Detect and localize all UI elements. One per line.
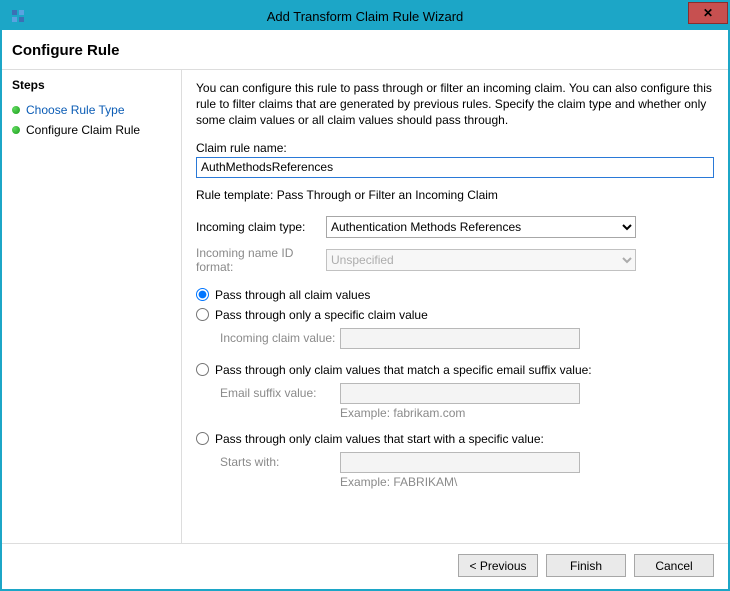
incoming-claim-type-label: Incoming claim type:	[196, 220, 326, 234]
incoming-claim-type-select[interactable]: Authentication Methods References	[326, 216, 636, 238]
incoming-claim-value-row: Incoming claim value:	[220, 328, 714, 349]
steps-sidebar: Steps Choose Rule Type Configure Claim R…	[2, 70, 182, 543]
titlebar: Add Transform Claim Rule Wizard ✕	[2, 2, 728, 30]
incoming-claim-value-input	[340, 328, 580, 349]
claim-rule-name-label: Claim rule name:	[196, 141, 714, 155]
finish-button[interactable]: Finish	[546, 554, 626, 577]
main-panel: You can configure this rule to pass thro…	[182, 70, 728, 543]
radio-pass-all-label: Pass through all claim values	[215, 288, 370, 302]
wizard-window: Add Transform Claim Rule Wizard ✕ Config…	[0, 0, 730, 591]
radio-starts-with-label: Pass through only claim values that star…	[215, 432, 544, 446]
starts-with-example: Example: FABRIKAM\	[340, 475, 714, 489]
pass-through-radio-group: Pass through all claim values Pass throu…	[196, 288, 714, 501]
starts-with-row: Starts with:	[220, 452, 714, 473]
radio-pass-all[interactable]: Pass through all claim values	[196, 288, 714, 302]
body: Steps Choose Rule Type Configure Claim R…	[2, 70, 728, 543]
close-button[interactable]: ✕	[688, 2, 728, 24]
close-icon: ✕	[703, 6, 713, 20]
starts-with-input	[340, 452, 580, 473]
email-suffix-row: Email suffix value:	[220, 383, 714, 404]
radio-pass-specific-label: Pass through only a specific claim value	[215, 308, 428, 322]
step-bullet-icon	[12, 126, 20, 134]
intro-text: You can configure this rule to pass thro…	[196, 80, 714, 129]
incoming-name-id-label: Incoming name ID format:	[196, 246, 326, 274]
radio-starts-with[interactable]: Pass through only claim values that star…	[196, 432, 714, 446]
email-suffix-input	[340, 383, 580, 404]
claim-rule-name-input[interactable]	[196, 157, 714, 178]
radio-email-suffix[interactable]: Pass through only claim values that matc…	[196, 363, 714, 377]
step-label: Configure Claim Rule	[26, 123, 140, 137]
radio-pass-specific-input[interactable]	[196, 308, 209, 321]
radio-starts-with-input[interactable]	[196, 432, 209, 445]
previous-button[interactable]: < Previous	[458, 554, 538, 577]
steps-heading: Steps	[12, 78, 171, 92]
incoming-claim-value-label: Incoming claim value:	[220, 331, 340, 345]
radio-pass-all-input[interactable]	[196, 288, 209, 301]
page-title: Configure Rule	[2, 30, 728, 70]
step-label: Choose Rule Type	[26, 103, 125, 117]
radio-email-suffix-input[interactable]	[196, 363, 209, 376]
incoming-name-id-row: Incoming name ID format: Unspecified	[196, 246, 714, 274]
starts-with-label: Starts with:	[220, 455, 340, 469]
step-bullet-icon	[12, 106, 20, 114]
cancel-button[interactable]: Cancel	[634, 554, 714, 577]
footer-buttons: < Previous Finish Cancel	[2, 543, 728, 589]
radio-pass-specific[interactable]: Pass through only a specific claim value	[196, 308, 714, 322]
incoming-claim-type-row: Incoming claim type: Authentication Meth…	[196, 216, 714, 238]
radio-email-suffix-label: Pass through only claim values that matc…	[215, 363, 592, 377]
email-suffix-label: Email suffix value:	[220, 386, 340, 400]
email-suffix-example: Example: fabrikam.com	[340, 406, 714, 420]
incoming-name-id-select: Unspecified	[326, 249, 636, 271]
window-title: Add Transform Claim Rule Wizard	[2, 9, 728, 24]
step-choose-rule-type[interactable]: Choose Rule Type	[12, 100, 171, 120]
step-configure-claim-rule: Configure Claim Rule	[12, 120, 171, 140]
rule-template-text: Rule template: Pass Through or Filter an…	[196, 188, 714, 202]
